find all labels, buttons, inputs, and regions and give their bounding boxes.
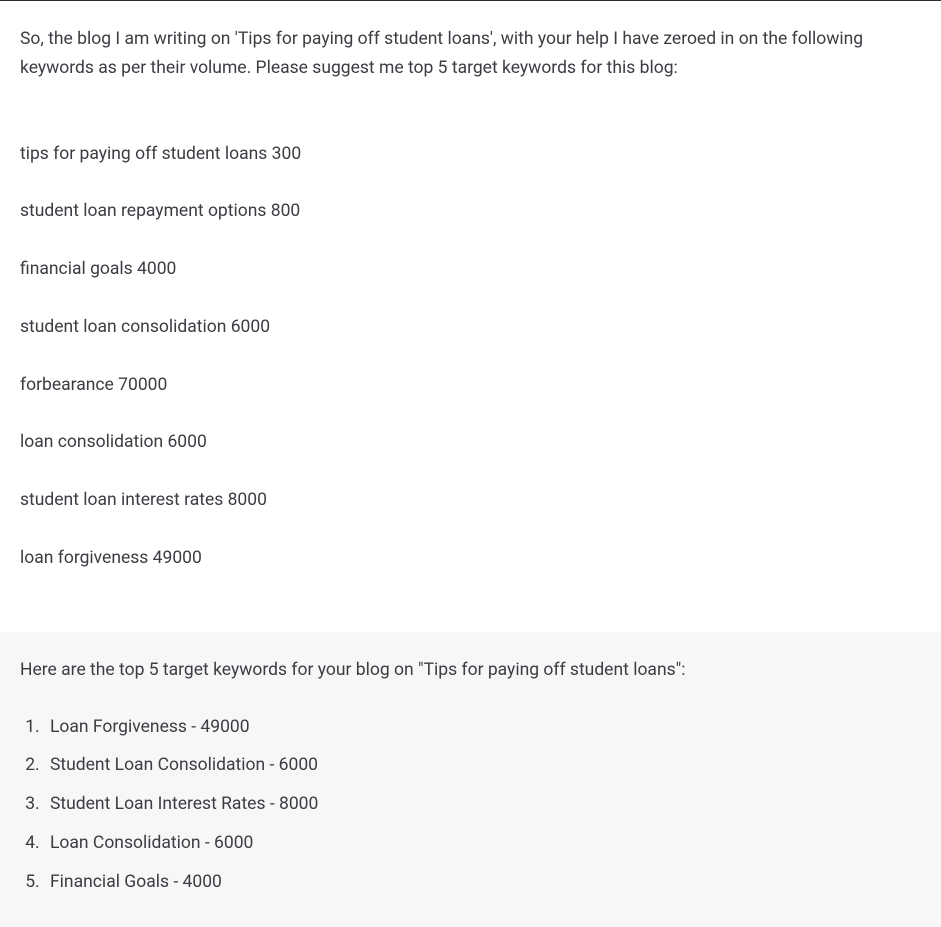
- list-item: Student Loan Consolidation - 6000: [44, 751, 921, 780]
- keyword-item: student loan consolidation 6000: [20, 313, 921, 342]
- assistant-intro-text: Here are the top 5 target keywords for y…: [20, 656, 921, 685]
- keyword-item: loan forgiveness 49000: [20, 544, 921, 573]
- user-keyword-list: tips for paying off student loans 300 st…: [20, 111, 921, 602]
- user-intro-text: So, the blog I am writing on 'Tips for p…: [20, 25, 921, 83]
- list-item: Student Loan Interest Rates - 8000: [44, 790, 921, 819]
- keyword-item: student loan interest rates 8000: [20, 486, 921, 515]
- list-item: Loan Forgiveness - 49000: [44, 713, 921, 742]
- list-item: Loan Consolidation - 6000: [44, 829, 921, 858]
- keyword-item: student loan repayment options 800: [20, 197, 921, 226]
- keyword-item: forbearance 70000: [20, 371, 921, 400]
- keyword-item: loan consolidation 6000: [20, 428, 921, 457]
- keyword-item: tips for paying off student loans 300: [20, 140, 921, 169]
- keyword-item: financial goals 4000: [20, 255, 921, 284]
- list-item: Financial Goals - 4000: [44, 868, 921, 897]
- user-message: So, the blog I am writing on 'Tips for p…: [0, 1, 941, 632]
- assistant-message: Here are the top 5 target keywords for y…: [0, 632, 941, 927]
- conversation-container: So, the blog I am writing on 'Tips for p…: [0, 0, 941, 927]
- top-keywords-list: Loan Forgiveness - 49000 Student Loan Co…: [20, 713, 921, 897]
